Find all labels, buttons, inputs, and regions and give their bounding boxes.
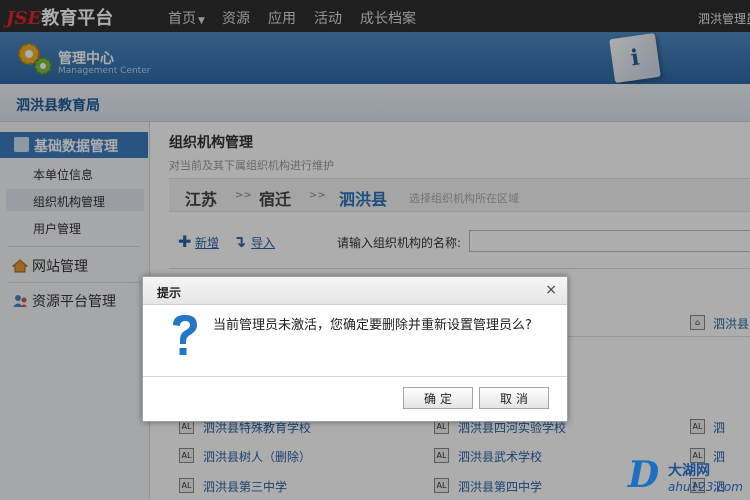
watermark-letter: D: [628, 454, 660, 496]
dialog-header: 提示 ×: [143, 277, 567, 305]
cancel-button[interactable]: 取消: [479, 387, 549, 409]
close-icon[interactable]: ×: [545, 282, 557, 298]
dialog-message: 当前管理员未激活，您确定要删除并重新设置管理员么?: [213, 318, 532, 333]
confirm-button[interactable]: 确定: [403, 387, 473, 409]
question-icon: [173, 315, 197, 355]
watermark-name: 大湖网: [668, 463, 710, 479]
modal-overlay: [0, 0, 750, 500]
dialog-title: 提示: [157, 286, 182, 300]
confirm-dialog: 提示 × 当前管理员未激活，您确定要删除并重新设置管理员么? 确定 取消: [142, 276, 568, 422]
dialog-footer-divider: [143, 376, 567, 377]
watermark-url: ahu123.com: [668, 480, 743, 494]
watermark-logo: D 大湖网 ahu123.com: [628, 454, 750, 498]
